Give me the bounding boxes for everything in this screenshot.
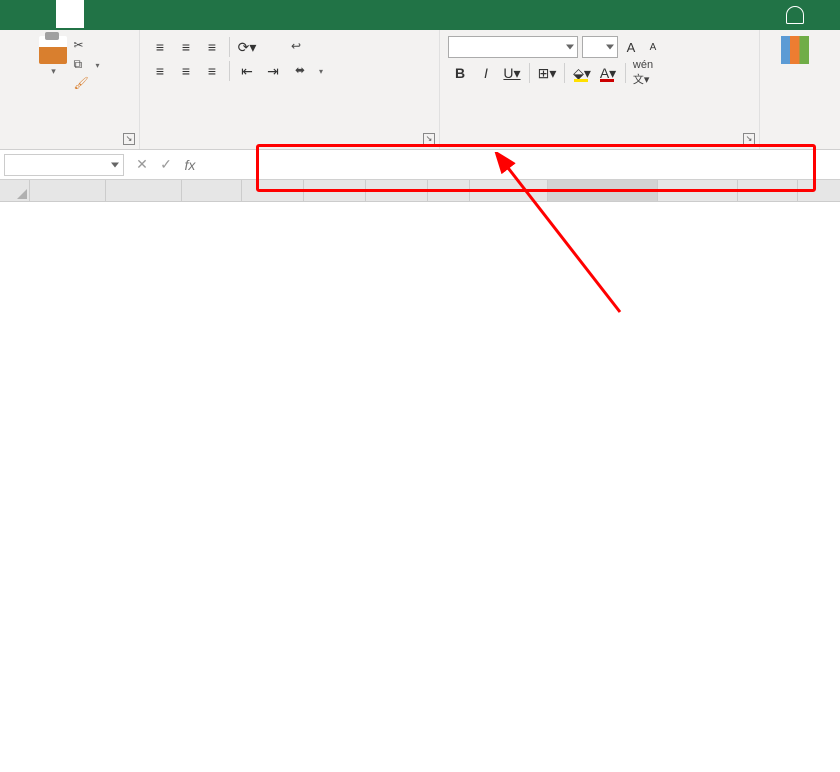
formula-input[interactable] (208, 154, 840, 176)
col-header-D[interactable] (242, 180, 304, 201)
decrease-font-button[interactable]: A (644, 36, 662, 58)
spreadsheet-grid: ⊞▾ (0, 180, 840, 202)
copy-button[interactable]: ⧉ ▾ (73, 56, 99, 74)
wrap-icon: ↩ (291, 39, 307, 55)
clipboard-dialog-icon[interactable]: ↘ (123, 133, 135, 145)
font-dialog-icon[interactable]: ↘ (743, 133, 755, 145)
increase-indent-button[interactable]: ⇥ (261, 60, 285, 82)
name-box[interactable] (4, 154, 124, 176)
underline-button[interactable]: U▾ (500, 62, 524, 84)
merge-center-button[interactable]: ⬌ ▾ (295, 62, 323, 80)
format-painter-button[interactable]: 🖌 (73, 75, 99, 93)
paste-button[interactable]: ▾ (39, 36, 67, 94)
ribbon-group-styles (760, 30, 830, 149)
col-header-I[interactable] (548, 180, 658, 201)
ribbon-group-alignment: ≡ ≡ ≡ ⟳▾ ↩ ≡ ≡ ≡ ⇤ ⇥ ⬌ (140, 30, 440, 149)
brush-icon: 🖌 (73, 76, 89, 92)
column-headers (0, 180, 840, 202)
align-center-button[interactable]: ≡ (174, 60, 198, 82)
tab-excel-finance[interactable] (28, 0, 56, 30)
alignment-dialog-icon[interactable]: ↘ (423, 133, 435, 145)
conditional-format-button[interactable] (781, 36, 809, 66)
chevron-down-icon (606, 45, 614, 50)
formula-bar: ✕ ✓ fx (0, 150, 840, 180)
phonetic-button[interactable]: wén文▾ (631, 62, 655, 84)
col-header-C[interactable] (182, 180, 242, 201)
tab-insert[interactable] (84, 0, 112, 30)
merge-icon: ⬌ (295, 63, 311, 79)
col-header-F[interactable] (366, 180, 428, 201)
copy-icon: ⧉ (73, 57, 89, 73)
col-header-A[interactable] (30, 180, 106, 201)
col-header-H[interactable] (470, 180, 548, 201)
tell-me-icon[interactable] (786, 6, 804, 24)
align-middle-button[interactable]: ≡ (174, 36, 198, 58)
select-all-button[interactable] (0, 180, 30, 201)
col-header-E[interactable] (304, 180, 366, 201)
align-left-button[interactable]: ≡ (148, 60, 172, 82)
chevron-down-icon (566, 45, 574, 50)
tab-home[interactable] (56, 0, 84, 30)
col-header-J[interactable] (658, 180, 738, 201)
align-top-button[interactable]: ≡ (148, 36, 172, 58)
tab-help[interactable] (280, 0, 308, 30)
cut-button[interactable]: ✂ (73, 37, 99, 55)
ribbon: ▾ ✂ ⧉ ▾ 🖌 ↘ (0, 30, 840, 150)
font-size-select[interactable] (582, 36, 618, 58)
italic-button[interactable]: I (474, 62, 498, 84)
orientation-button[interactable]: ⟳▾ (235, 36, 259, 58)
wrap-text-button[interactable]: ↩ (291, 38, 311, 56)
tab-developer[interactable] (252, 0, 280, 30)
align-bottom-button[interactable]: ≡ (200, 36, 224, 58)
tab-file[interactable] (0, 0, 28, 30)
align-right-button[interactable]: ≡ (200, 60, 224, 82)
chevron-down-icon (111, 162, 119, 167)
scissors-icon: ✂ (73, 38, 89, 54)
col-header-K[interactable] (738, 180, 798, 201)
fill-color-button[interactable]: ⬙▾ (570, 62, 594, 84)
border-button[interactable]: ⊞▾ (535, 62, 559, 84)
cancel-formula-button[interactable]: ✕ (130, 154, 154, 176)
fx-button[interactable]: fx (178, 154, 202, 176)
annotation-arrow-icon (490, 152, 650, 322)
menu-bar (0, 0, 840, 30)
col-header-B[interactable] (106, 180, 182, 201)
tab-data[interactable] (168, 0, 196, 30)
ribbon-group-font: A A B I U▾ ⊞▾ ⬙▾ A▾ wén文▾ ↘ (440, 30, 760, 149)
font-name-select[interactable] (448, 36, 578, 58)
col-header-G[interactable] (428, 180, 470, 201)
decrease-indent-button[interactable]: ⇤ (235, 60, 259, 82)
tab-review[interactable] (196, 0, 224, 30)
accept-formula-button[interactable]: ✓ (154, 154, 178, 176)
ribbon-group-clipboard: ▾ ✂ ⧉ ▾ 🖌 ↘ (0, 30, 140, 149)
tab-page-layout[interactable] (112, 0, 140, 30)
tab-view[interactable] (224, 0, 252, 30)
font-color-button[interactable]: A▾ (596, 62, 620, 84)
increase-font-button[interactable]: A (622, 36, 640, 58)
tab-formulas[interactable] (140, 0, 168, 30)
bold-button[interactable]: B (448, 62, 472, 84)
